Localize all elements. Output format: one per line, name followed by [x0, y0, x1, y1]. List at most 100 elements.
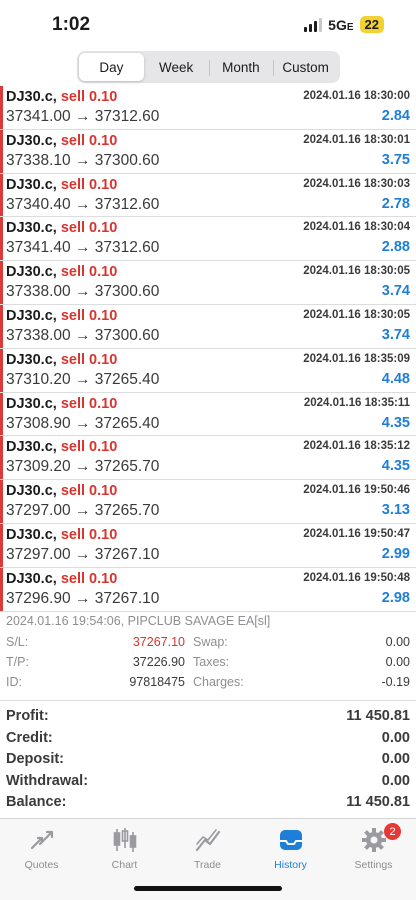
deal-row[interactable]: DJ30.c, sell 0.10 2024.01.16 19:50:47 3729…	[0, 523, 416, 568]
deal-profit: 3.74	[381, 283, 410, 300]
deal-row[interactable]: DJ30.c, sell 0.10 2024.01.16 19:50:46 3729…	[0, 480, 416, 524]
summary-label: Credit:	[6, 729, 53, 746]
deal-prices: 37296.90 → 37267.10	[6, 589, 160, 607]
tab-chart[interactable]: Chart	[83, 825, 166, 871]
account-summary: Profit: 11 450.81 Credit: 0.00 Deposit: 0.0…	[0, 708, 416, 816]
deal-row[interactable]: DJ30.c, sell 0.10 2024.01.16 18:30:05 3733…	[0, 261, 416, 305]
deal-side: sell 0.10	[60, 264, 118, 281]
deal-row[interactable]: DJ30.c, sell 0.10 2024.01.16 18:30:03 3734…	[0, 173, 416, 218]
deal-symbol: DJ30.c, sell 0.10	[6, 352, 117, 368]
deal-row[interactable]: DJ30.c, sell 0.10 2024.01.16 18:30:05 3733…	[0, 304, 416, 349]
deal-row[interactable]: DJ30.c, sell 0.10 2024.01.16 18:35:09 3731…	[0, 348, 416, 393]
inbox-history-icon	[276, 825, 306, 855]
deal-prices: 37338.00 → 37300.60	[6, 326, 160, 344]
swap-value: 0.00	[385, 635, 410, 649]
summary-credit: Credit: 0.00	[0, 730, 416, 752]
deal-side: sell 0.10	[60, 570, 118, 587]
deal-time: 2024.01.16 18:30:05	[303, 265, 410, 278]
settings-badge: 2	[384, 823, 401, 840]
detail-row: T/P: 37226.90 Taxes: 0.00	[6, 655, 410, 675]
deal-side: sell 0.10	[60, 89, 118, 105]
deal-prices: 37297.00 → 37265.70	[6, 502, 160, 520]
deal-symbol: DJ30.c, sell 0.10	[6, 308, 117, 324]
deal-profit: 2.98	[381, 589, 410, 606]
tab-quotes[interactable]: Quotes	[0, 825, 83, 871]
deal-row[interactable]: DJ30.c, sell 0.10 2024.01.16 18:35:12 3730…	[0, 436, 416, 481]
taxes-value: 0.00	[385, 655, 410, 669]
deal-time: 2024.01.16 18:30:04	[303, 221, 410, 234]
status-bar: 1:02 5GE 22	[0, 0, 416, 50]
deal-row[interactable]: DJ30.c, sell 0.10 2024.01.16 18:35:11 3730…	[0, 392, 416, 437]
deal-side: sell 0.10	[60, 307, 118, 324]
summary-value: 11 450.81	[346, 708, 410, 724]
symbol-label: DJ30.c,	[6, 132, 57, 149]
symbol-label: DJ30.c,	[6, 351, 57, 368]
tab-label: History	[274, 859, 307, 871]
deal-profit: 2.88	[381, 239, 410, 256]
deal-time: 2024.01.16 19:50:46	[303, 484, 410, 497]
summary-label: Balance:	[6, 794, 67, 810]
deal-prices: 37338.10 → 37300.60	[6, 151, 160, 169]
symbol-label: DJ30.c,	[6, 439, 57, 456]
deal-side: sell 0.10	[60, 220, 118, 237]
tab-label: Quotes	[24, 859, 59, 871]
deal-time: 2024.01.16 18:30:00	[303, 90, 410, 102]
deal-symbol: DJ30.c, sell 0.10	[6, 220, 117, 236]
tab-month[interactable]: Month	[208, 53, 274, 81]
network-type: 5GE	[328, 16, 354, 33]
tab-settings[interactable]: 2 Settings	[332, 823, 415, 871]
deal-prices: 37340.40 → 37312.60	[6, 195, 160, 213]
tab-label: Chart	[111, 859, 138, 871]
summary-value: 0.00	[381, 751, 410, 767]
deal-profit: 2.78	[381, 195, 410, 212]
summary-value: 11 450.81	[346, 794, 410, 810]
deal-profit: 4.35	[381, 458, 410, 475]
symbol-label: DJ30.c,	[6, 176, 57, 193]
deal-row[interactable]: DJ30.c, sell 0.10 2024.01.16 18:30:04 3734…	[0, 217, 416, 262]
deal-symbol: DJ30.c, sell 0.10	[6, 89, 117, 105]
symbol-label: DJ30.c,	[6, 264, 57, 281]
deal-row[interactable]: DJ30.c, sell 0.10 2024.01.16 18:30:00 3734…	[0, 86, 416, 130]
symbol-label: DJ30.c,	[6, 395, 57, 412]
charges-label: Charges:	[193, 675, 244, 689]
tab-history[interactable]: History	[249, 825, 332, 871]
tab-week[interactable]: Week	[144, 53, 209, 81]
tp-value: 37226.90	[132, 655, 185, 669]
deal-symbol: DJ30.c, sell 0.10	[6, 396, 117, 412]
deal-detail[interactable]: 2024.01.16 19:54:06, PIPCLUB SAVAGE EA[s…	[0, 609, 416, 701]
deal-symbol: DJ30.c, sell 0.10	[6, 571, 117, 587]
deal-detail-header: 2024.01.16 19:54:06, PIPCLUB SAVAGE EA[s…	[6, 614, 271, 628]
home-indicator	[134, 886, 282, 891]
deal-row[interactable]: DJ30.c, sell 0.10 2024.01.16 18:30:01 3733…	[0, 129, 416, 174]
status-time: 1:02	[52, 14, 91, 35]
deal-symbol: DJ30.c, sell 0.10	[6, 264, 117, 280]
deal-side: sell 0.10	[60, 483, 118, 500]
summary-value: 0.00	[381, 772, 410, 789]
symbol-label: DJ30.c,	[6, 570, 57, 587]
tab-label: Trade	[193, 859, 222, 871]
tab-custom[interactable]: Custom	[273, 53, 338, 81]
summary-profit: Profit: 11 450.81	[0, 708, 416, 730]
summary-balance: Balance: 11 450.81	[0, 794, 416, 816]
deal-time: 2024.01.16 18:35:12	[303, 440, 410, 453]
deal-profit: 2.99	[381, 545, 410, 562]
tab-day[interactable]: Day	[79, 53, 144, 81]
swap-label: Swap:	[193, 635, 228, 649]
deal-time: 2024.01.16 19:50:47	[303, 527, 410, 540]
deal-time: 2024.01.16 18:35:09	[303, 352, 410, 365]
tp-label: T/P:	[6, 655, 29, 669]
deal-profit: 3.13	[381, 502, 410, 519]
symbol-label: DJ30.c,	[6, 483, 57, 500]
deal-symbol: DJ30.c, sell 0.10	[6, 177, 117, 193]
tab-trade[interactable]: Trade	[166, 825, 249, 871]
deal-time: 2024.01.16 18:30:05	[303, 308, 410, 321]
deal-prices: 37341.40 → 37312.60	[6, 239, 160, 257]
summary-label: Deposit:	[6, 751, 64, 767]
deal-profit: 3.74	[381, 326, 410, 343]
summary-withdrawal: Withdrawal: 0.00	[0, 773, 416, 795]
summary-deposit: Deposit: 0.00	[0, 751, 416, 773]
deal-row[interactable]: DJ30.c, sell 0.10 2024.01.16 19:50:48 3729…	[0, 567, 416, 612]
detail-row: S/L: 37267.10 Swap: 0.00	[6, 635, 410, 655]
deal-prices: 37310.20 → 37265.40	[6, 370, 160, 388]
quotes-icon	[27, 825, 57, 855]
